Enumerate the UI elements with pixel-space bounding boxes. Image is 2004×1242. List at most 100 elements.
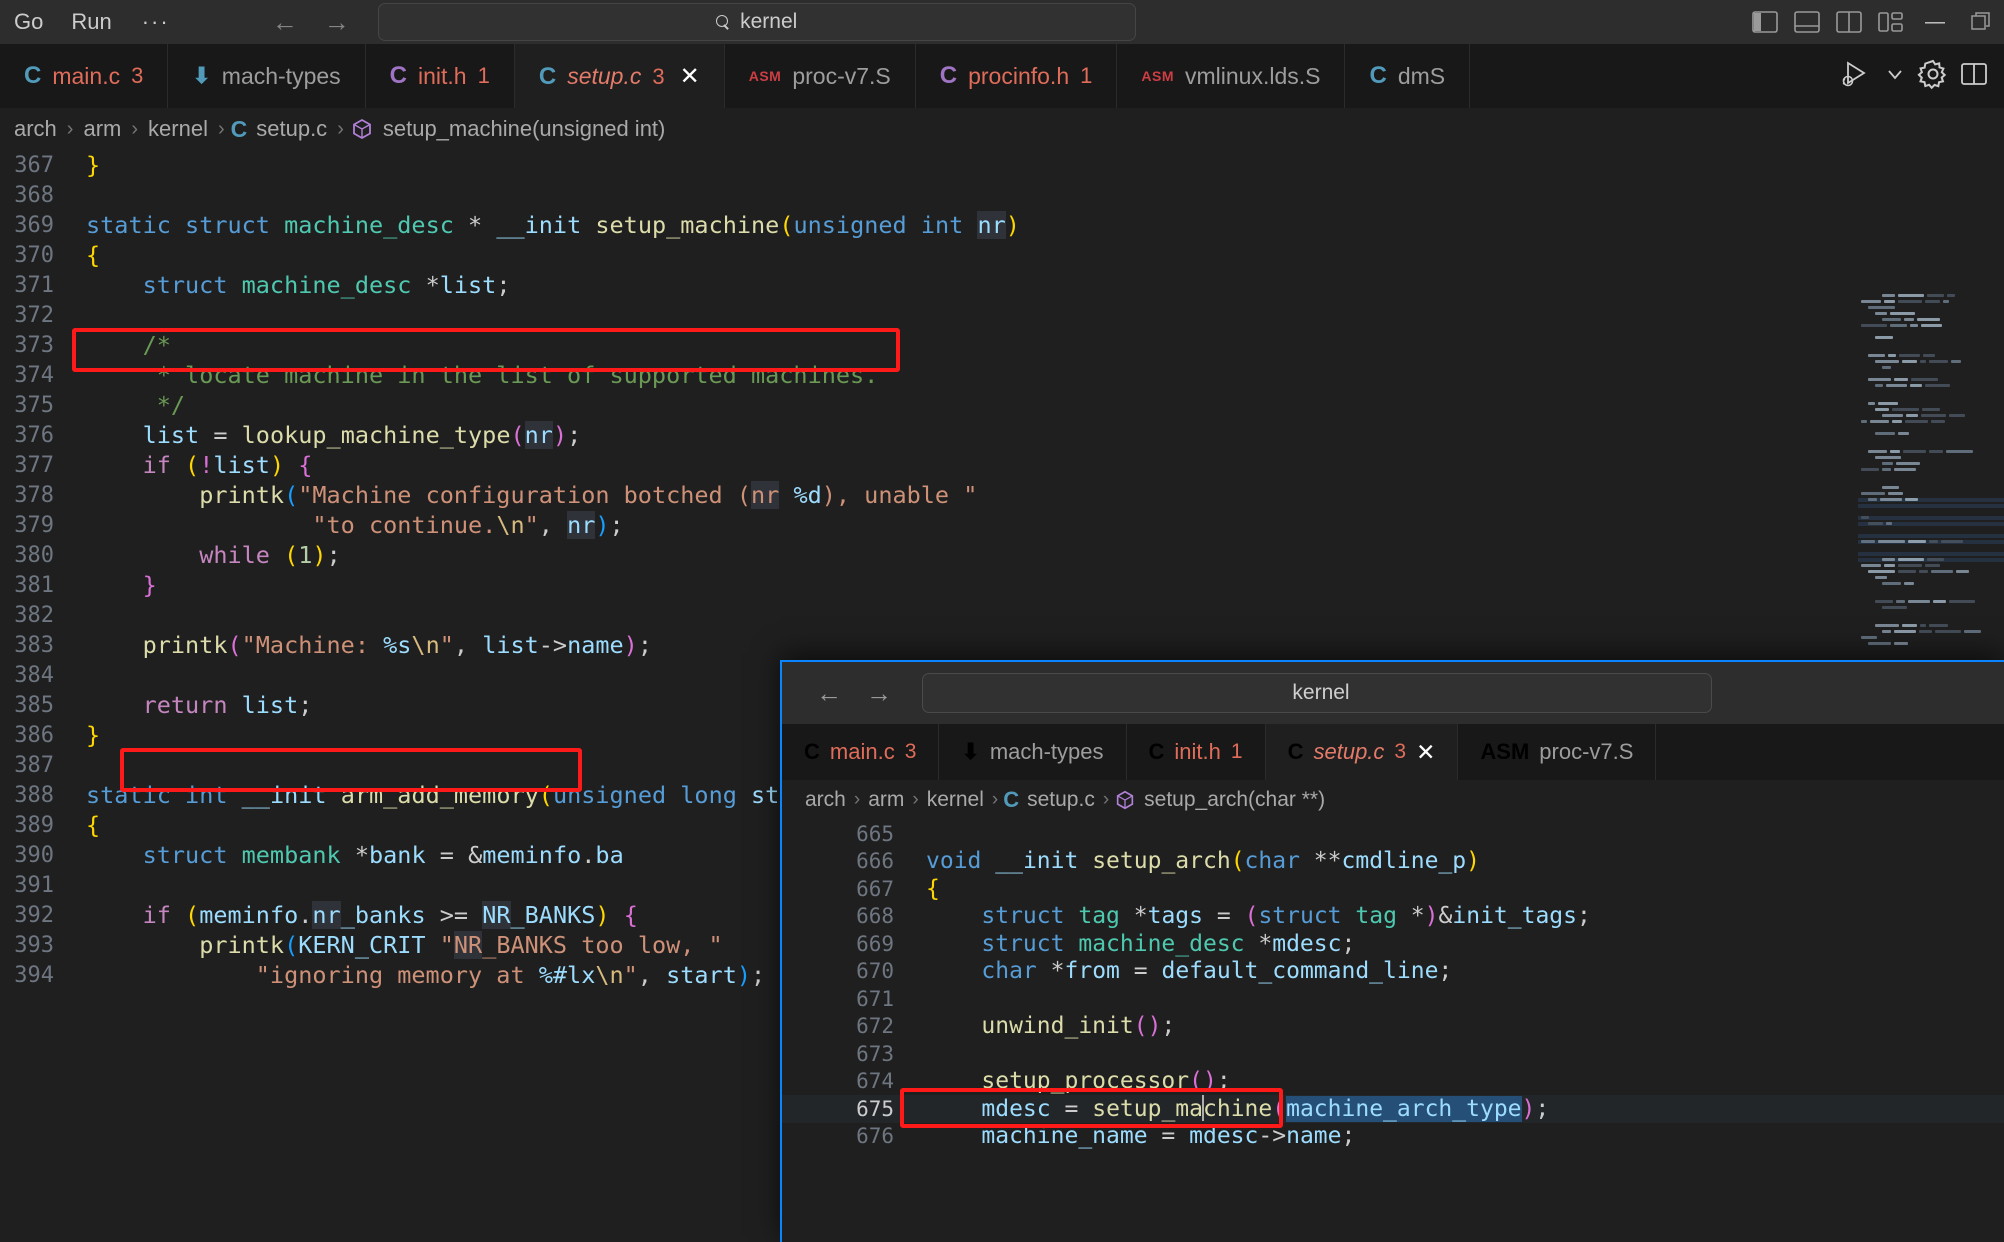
tab-init-h[interactable]: C init.h 1	[365, 44, 515, 108]
forward-arrow-icon[interactable]: →	[866, 678, 892, 709]
forward-arrow-icon[interactable]: →	[324, 9, 350, 35]
tab-proc-v7-s[interactable]: ASM proc-v7.S	[724, 44, 916, 108]
code-text[interactable]: static struct machine_desc * __init setu…	[74, 211, 1020, 239]
code-text[interactable]: */	[74, 391, 185, 419]
customize-layout-icon[interactable]	[1870, 0, 1912, 44]
tab-procinfo-h[interactable]: C procinfo.h 1	[915, 44, 1118, 108]
code-text[interactable]: mdesc = setup_machine(machine_arch_type)…	[914, 1095, 1549, 1123]
code-line[interactable]: 376 list = lookup_machine_type(nr);	[0, 420, 2004, 450]
command-center-search[interactable]: kernel	[377, 3, 1136, 41]
menu-item-go[interactable]: Go	[0, 5, 57, 39]
code-text[interactable]: machine_name = mdesc->name;	[914, 1123, 1355, 1149]
popup-tab-main-c[interactable]: C main.c 3	[782, 724, 940, 780]
code-line[interactable]: 672 unwind_init();	[782, 1013, 2004, 1041]
code-line[interactable]: 670 char *from = default_command_line;	[782, 958, 2004, 986]
gear-icon[interactable]	[1916, 58, 1950, 95]
close-icon[interactable]: ✕	[680, 62, 700, 91]
code-text[interactable]: printk("Machine configuration botched (n…	[74, 481, 977, 509]
code-text[interactable]: if (meminfo.nr_banks >= NR_BANKS) {	[74, 901, 638, 929]
chevron-down-icon[interactable]	[1884, 63, 1906, 90]
toggle-secondary-sidebar-icon[interactable]	[1828, 0, 1870, 44]
run-and-debug-icon[interactable]	[1840, 59, 1874, 94]
code-text[interactable]: struct machine_desc *list;	[74, 271, 511, 299]
code-line[interactable]: 668 struct tag *tags = (struct tag *)&in…	[782, 903, 2004, 931]
code-line[interactable]: 673	[782, 1040, 2004, 1068]
code-text[interactable]: return list;	[74, 691, 313, 719]
code-line[interactable]: 378 printk("Machine configuration botche…	[0, 480, 2004, 510]
breadcrumb-item-symbol[interactable]: setup_arch(char **)	[1141, 788, 1328, 812]
breadcrumb-item-file[interactable]: setup.c	[252, 116, 331, 142]
tab-main-c[interactable]: C main.c 3	[0, 44, 169, 108]
close-icon[interactable]: ✕	[1416, 739, 1435, 766]
tab-setup-c[interactable]: C setup.c 3 ✕	[514, 44, 725, 108]
back-arrow-icon[interactable]: ←	[272, 9, 298, 35]
code-text[interactable]: setup_processor();	[914, 1068, 1230, 1094]
minimize-button[interactable]: —	[1912, 0, 1958, 44]
restore-button[interactable]	[1958, 0, 2004, 44]
menu-item-run[interactable]: Run	[57, 5, 125, 39]
code-text[interactable]: }	[74, 151, 100, 179]
code-line[interactable]: 667 {	[782, 875, 2004, 903]
code-line[interactable]: 671	[782, 985, 2004, 1013]
breadcrumb-item-arm[interactable]: arm	[865, 788, 907, 812]
popup-tab-proc-v7-s[interactable]: ASM proc-v7.S	[1458, 724, 1657, 780]
tab-dms[interactable]: C dmS	[1345, 44, 1471, 108]
split-editor-icon[interactable]	[1960, 62, 1988, 91]
breadcrumb-item-arm[interactable]: arm	[79, 116, 125, 142]
code-line[interactable]: 369 static struct machine_desc * __init s…	[0, 210, 2004, 240]
toggle-panel-icon[interactable]	[1786, 0, 1828, 44]
popup-tab-init-h[interactable]: C init.h 1	[1126, 724, 1266, 780]
breadcrumb-item-kernel[interactable]: kernel	[924, 788, 987, 812]
code-line[interactable]: 367}	[0, 150, 2004, 180]
code-text[interactable]: {	[74, 241, 100, 269]
code-text[interactable]: /*	[74, 331, 171, 359]
code-text[interactable]: static int __init arm_add_memory(unsigne…	[74, 781, 779, 809]
code-line[interactable]: 676 machine_name = mdesc->name;	[782, 1123, 2004, 1151]
code-text[interactable]: unwind_init();	[914, 1013, 1175, 1039]
code-text[interactable]: * locate machine in the list of supporte…	[74, 361, 879, 389]
breadcrumb-item-file[interactable]: setup.c	[1024, 788, 1098, 812]
popup-tab-mach-types[interactable]: ⬇ mach-types	[939, 724, 1127, 780]
code-line[interactable]: 368	[0, 180, 2004, 210]
breadcrumb-item-kernel[interactable]: kernel	[144, 116, 212, 142]
code-text[interactable]: char *from = default_command_line;	[914, 958, 1452, 984]
breadcrumb-item-symbol[interactable]: setup_machine(unsigned int)	[379, 116, 670, 142]
code-line[interactable]: 374 * locate machine in the list of supp…	[0, 360, 2004, 390]
toggle-primary-sidebar-icon[interactable]	[1744, 0, 1786, 44]
code-text[interactable]: }	[74, 571, 157, 599]
code-text[interactable]: if (!list) {	[74, 451, 313, 479]
code-text[interactable]: void __init setup_arch(char **cmdline_p)	[914, 848, 1480, 874]
code-line[interactable]: 379 "to continue.\n", nr);	[0, 510, 2004, 540]
tab-vmlinux-lds-s[interactable]: ASM vmlinux.lds.S	[1117, 44, 1346, 108]
code-line[interactable]: 371 struct machine_desc *list;	[0, 270, 2004, 300]
code-text[interactable]: }	[74, 721, 100, 749]
code-text[interactable]: {	[74, 811, 100, 839]
code-line[interactable]: 381 }	[0, 570, 2004, 600]
breadcrumb-item-arch[interactable]: arch	[10, 116, 61, 142]
code-text[interactable]: struct machine_desc *mdesc;	[914, 931, 1355, 957]
menu-overflow-button[interactable]: ···	[126, 5, 186, 39]
code-text[interactable]: "to continue.\n", nr);	[74, 511, 624, 539]
popup-code-content[interactable]: 665 666 void __init setup_arch(char **cmdl…	[782, 820, 2004, 1150]
code-line[interactable]: 380 while (1);	[0, 540, 2004, 570]
code-text[interactable]: list = lookup_machine_type(nr);	[74, 421, 581, 449]
code-text[interactable]: printk(KERN_CRIT "NR_BANKS too low, "	[74, 931, 723, 959]
breadcrumb-item-arch[interactable]: arch	[802, 788, 849, 812]
code-text[interactable]: printk("Machine: %s\n", list->name);	[74, 631, 652, 659]
code-line[interactable]: 370 {	[0, 240, 2004, 270]
popup-editor[interactable]: 665 666 void __init setup_arch(char **cmdl…	[782, 820, 2004, 1242]
code-line[interactable]: 375 */	[0, 390, 2004, 420]
code-line[interactable]: 675 mdesc = setup_machine(machine_arch_t…	[782, 1095, 2004, 1123]
code-text[interactable]: struct membank *bank = &meminfo.ba	[74, 841, 624, 869]
code-line[interactable]: 372	[0, 300, 2004, 330]
code-text[interactable]: "ignoring memory at %#lx\n", start);	[74, 961, 765, 989]
popup-tab-setup-c[interactable]: C setup.c 3 ✕	[1265, 724, 1459, 780]
code-line[interactable]: 383 printk("Machine: %s\n", list->name);	[0, 630, 2004, 660]
code-line[interactable]: 373 /*	[0, 330, 2004, 360]
code-line[interactable]: 377 if (!list) {	[0, 450, 2004, 480]
code-text[interactable]: struct tag *tags = (struct tag *)&init_t…	[914, 903, 1590, 929]
popup-command-center-search[interactable]: kernel	[922, 673, 1712, 713]
code-text[interactable]: {	[914, 876, 940, 902]
code-line[interactable]: 666 void __init setup_arch(char **cmdline…	[782, 848, 2004, 876]
code-line[interactable]: 665	[782, 820, 2004, 848]
